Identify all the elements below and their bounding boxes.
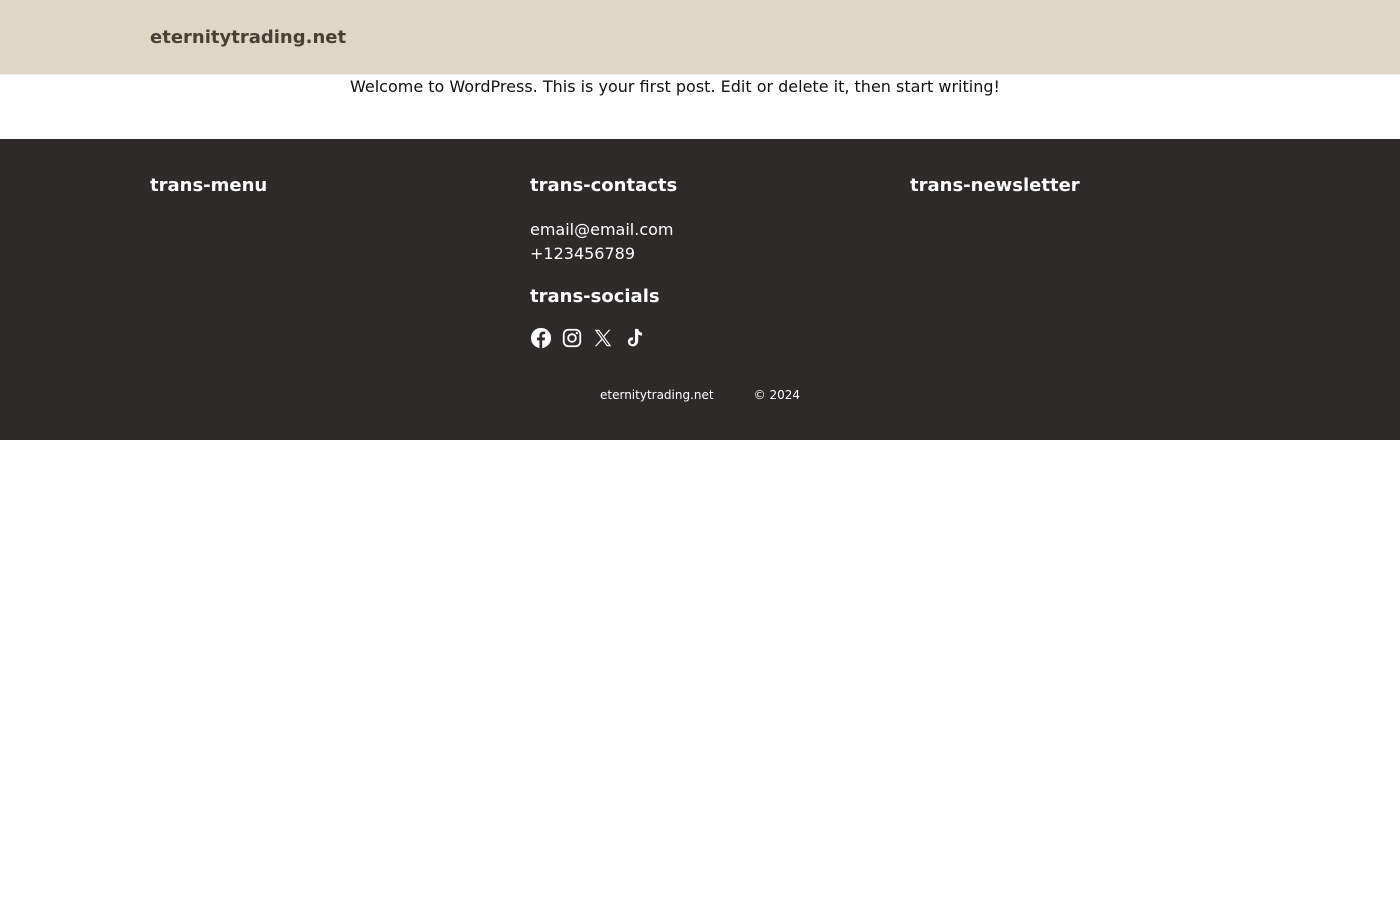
footer-contacts-heading: trans-contacts [530, 175, 678, 196]
site-footer: trans-menu trans-contacts email@email.co… [0, 139, 1400, 440]
footer-socials-heading: trans-socials [530, 286, 660, 307]
x-icon[interactable] [592, 327, 614, 349]
tiktok-icon[interactable] [623, 327, 645, 349]
tiktok-icon-graphic [627, 328, 643, 347]
facebook-icon[interactable] [530, 327, 552, 349]
footer-newsletter-heading: trans-newsletter [910, 175, 1080, 196]
instagram-icon[interactable] [561, 327, 583, 349]
footer-bottom: eternitytrading.net © 2024 [600, 387, 800, 403]
social-icons [530, 327, 870, 349]
footer-site-link[interactable]: eternitytrading.net [600, 387, 714, 403]
email-link[interactable]: email@email.com [530, 218, 870, 242]
footer-menu-heading: trans-menu [150, 175, 268, 196]
copyright-text: © 2024 [753, 388, 800, 402]
instagram-icon-graphic [562, 328, 582, 348]
post-content-text: Welcome to WordPress. This is your first… [350, 77, 1000, 96]
contact-list: email@email.com +123456789 [530, 218, 870, 266]
footer-newsletter-column: trans-newsletter [910, 175, 1250, 197]
site-title-link[interactable]: eternitytrading.net [150, 27, 346, 49]
footer-contacts-column: trans-contacts email@email.com +12345678… [530, 175, 870, 349]
footer-menu-column: trans-menu [150, 175, 490, 197]
main-content: Welcome to WordPress. This is your first… [0, 75, 1400, 139]
facebook-icon-graphic [530, 327, 552, 349]
site-header: eternitytrading.net [0, 0, 1400, 75]
x-icon-graphic [594, 329, 612, 347]
phone-link[interactable]: +123456789 [530, 242, 870, 266]
